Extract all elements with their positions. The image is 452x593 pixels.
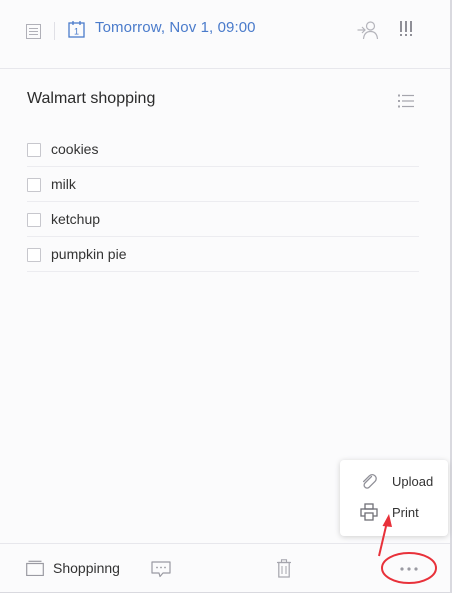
checklist-item-label[interactable]: ketchup [51, 211, 100, 227]
checklist-item: cookies [27, 132, 419, 167]
checkbox[interactable] [27, 178, 41, 192]
note-icon[interactable] [26, 24, 41, 39]
calendar-day: 1 [74, 27, 79, 37]
assign-user-icon[interactable] [357, 20, 379, 40]
checklist-item: pumpkin pie [27, 237, 419, 272]
task-title[interactable]: Walmart shopping [27, 90, 155, 108]
task-footer: Shoppinng [0, 543, 450, 592]
checkbox[interactable] [27, 248, 41, 262]
task-header: 1 Tomorrow, Nov 1, 09:00 [0, 0, 450, 69]
checklist-item: ketchup [27, 202, 419, 237]
calendar-icon[interactable]: 1 [68, 20, 85, 38]
checklist-item-label[interactable]: milk [51, 176, 76, 192]
menu-item-upload[interactable]: Upload [340, 467, 448, 497]
header-divider [54, 22, 55, 40]
trash-icon[interactable] [276, 559, 292, 578]
checklist-item-label[interactable]: cookies [51, 141, 98, 157]
task-detail-panel: 1 Tomorrow, Nov 1, 09:00 Walmart shoppin… [0, 0, 452, 593]
checkbox[interactable] [27, 143, 41, 157]
priority-icon[interactable] [399, 21, 413, 37]
more-dots-icon[interactable] [399, 566, 419, 572]
checklist: cookies milk ketchup pumpkin pie [27, 132, 419, 272]
list-name[interactable]: Shoppinng [53, 560, 120, 576]
checkbox[interactable] [27, 213, 41, 227]
menu-item-label: Upload [392, 474, 434, 489]
printer-icon [360, 503, 378, 521]
list-folder-icon[interactable] [26, 560, 44, 576]
more-options-menu: Upload Print [340, 460, 448, 536]
checklist-item: milk [27, 167, 419, 202]
paperclip-icon [362, 473, 377, 489]
due-date-label[interactable]: Tomorrow, Nov 1, 09:00 [95, 19, 256, 36]
menu-item-print[interactable]: Print [340, 498, 448, 528]
checklist-icon[interactable] [398, 94, 414, 108]
comment-icon[interactable] [151, 561, 171, 578]
checklist-item-label[interactable]: pumpkin pie [51, 246, 127, 262]
menu-item-label: Print [392, 505, 419, 520]
